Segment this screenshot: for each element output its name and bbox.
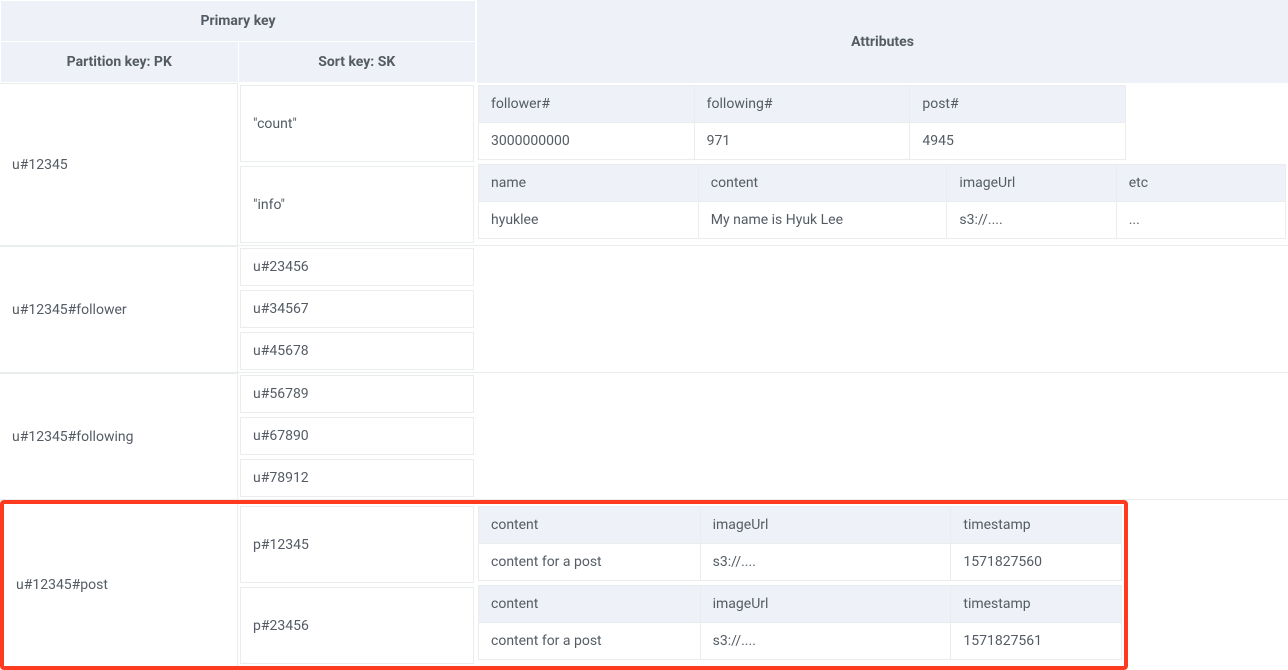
attr-label: imageUrl: [701, 507, 952, 543]
attr-value: s3://....: [701, 623, 952, 659]
attr-value: 3000000000: [479, 123, 695, 159]
sk-cell: u#78912: [240, 459, 474, 497]
attr-container-empty: [476, 373, 1288, 499]
attr-label: content: [479, 507, 701, 543]
sk-cell: u#56789: [240, 375, 474, 413]
attr-value: My name is Hyuk Lee: [699, 202, 948, 238]
attr-label: timestamp: [951, 507, 1121, 543]
attr-value: 1571827560: [951, 544, 1121, 580]
attr-value: 971: [695, 123, 911, 159]
attr-value: content for a post: [479, 544, 701, 580]
pk-cell: u#12345#follower: [0, 246, 238, 372]
table-row-following: u#12345#following u#56789 u#67890 u#7891…: [0, 373, 1288, 500]
attr-value: ...: [1117, 202, 1285, 238]
attr-value: s3://....: [947, 202, 1116, 238]
attr-label: follower#: [479, 86, 695, 122]
attr-container: follower# following# post# 3000000000 97…: [476, 83, 1288, 245]
sk-cell: u#45678: [240, 332, 474, 370]
attr-value: 1571827561: [951, 623, 1121, 659]
attr-value: s3://....: [701, 544, 952, 580]
attr-label: imageUrl: [701, 586, 952, 622]
attr-block-info: name content imageUrl etc hyuklee My nam…: [478, 164, 1286, 239]
sk-container: "count" "info": [238, 83, 476, 245]
sk-cell: u#34567: [240, 290, 474, 328]
attr-block-count: follower# following# post# 3000000000 97…: [478, 85, 1126, 160]
primary-key-label: Primary key: [1, 1, 475, 42]
attr-label: content: [699, 165, 948, 201]
attr-label: post#: [910, 86, 1125, 122]
sk-container: p#12345 p#23456: [238, 504, 476, 666]
sk-cell: u#67890: [240, 417, 474, 455]
sk-cell-count: "count": [240, 85, 474, 162]
attr-value: 4945: [910, 123, 1125, 159]
attr-label: etc: [1117, 165, 1285, 201]
attr-label: timestamp: [951, 586, 1121, 622]
table-row-follower: u#12345#follower u#23456 u#34567 u#45678: [0, 246, 1288, 373]
attr-label: content: [479, 586, 701, 622]
sk-cell-post1: p#12345: [240, 506, 474, 583]
attr-value: content for a post: [479, 623, 701, 659]
table-row-user: u#12345 "count" "info" follower# followi…: [0, 83, 1288, 246]
attr-block-post2: content imageUrl timestamp content for a…: [478, 585, 1122, 660]
attributes-header-label: Attributes: [476, 0, 1288, 83]
attr-label: following#: [695, 86, 911, 122]
sk-cell-post2: p#23456: [240, 587, 474, 664]
attr-label: imageUrl: [947, 165, 1116, 201]
pk-cell: u#12345#post: [4, 504, 238, 666]
pk-cell: u#12345: [0, 83, 238, 245]
table-header: Primary key Partition key: PK Sort key: …: [0, 0, 1288, 83]
primary-key-header: Primary key Partition key: PK Sort key: …: [0, 0, 476, 83]
sk-container: u#23456 u#34567 u#45678: [238, 246, 476, 372]
table-row-post-highlighted: u#12345#post p#12345 p#23456 content ima…: [0, 500, 1128, 670]
sort-key-label: Sort key: SK: [239, 42, 476, 82]
attr-block-post1: content imageUrl timestamp content for a…: [478, 506, 1122, 581]
attr-container: content imageUrl timestamp content for a…: [476, 504, 1124, 666]
attr-container-empty: [476, 246, 1288, 372]
sk-container: u#56789 u#67890 u#78912: [238, 373, 476, 499]
dynamodb-table-diagram: Primary key Partition key: PK Sort key: …: [0, 0, 1288, 670]
sk-cell: u#23456: [240, 248, 474, 286]
pk-cell: u#12345#following: [0, 373, 238, 499]
partition-key-label: Partition key: PK: [1, 42, 239, 82]
attr-label: name: [479, 165, 699, 201]
attr-value: hyuklee: [479, 202, 699, 238]
sk-cell-info: "info": [240, 166, 474, 243]
